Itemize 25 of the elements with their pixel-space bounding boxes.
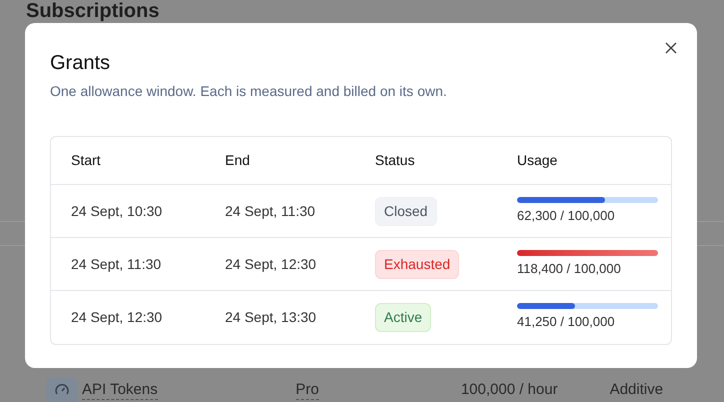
end-cell-text: 24 Sept, 12:30 (225, 254, 318, 274)
column-header: Usage (517, 151, 558, 170)
column-header: Start (71, 151, 102, 170)
mode-text: Additive (610, 380, 664, 400)
end-cell-text: 24 Sept, 11:30 (225, 202, 316, 221)
status-badge: Active (375, 303, 432, 332)
dialog-title: Grants (50, 51, 112, 75)
page-title: Subscriptions (26, 0, 160, 22)
end-cell-text: 24 Sept, 13:30 (225, 308, 318, 327)
status-badge: Closed (375, 196, 437, 226)
column-header: End (225, 151, 251, 170)
subscription-name[interactable]: API Tokens (82, 380, 158, 400)
usage-reading: 41,250 / 100,000 (517, 313, 616, 332)
start-cell-text: 24 Sept, 11:30 (71, 254, 162, 274)
usage-reading: 118,400 / 100,000 (517, 260, 622, 278)
start-cell-text: 24 Sept, 10:30 (71, 202, 164, 221)
start-cell-text: 24 Sept, 12:30 (71, 308, 164, 327)
close-button[interactable] (663, 40, 679, 56)
column-header: Status (375, 151, 416, 170)
gauge-icon (46, 377, 78, 402)
plan-name[interactable]: Pro (296, 380, 319, 400)
usage-reading: 62,300 / 100,000 (517, 206, 616, 225)
limit-text: 100,000 / hour (460, 380, 558, 400)
dialog-description: One allowance window. Each is measured and billed on its own. (50, 82, 448, 101)
status-badge: Exhausted (375, 250, 460, 278)
